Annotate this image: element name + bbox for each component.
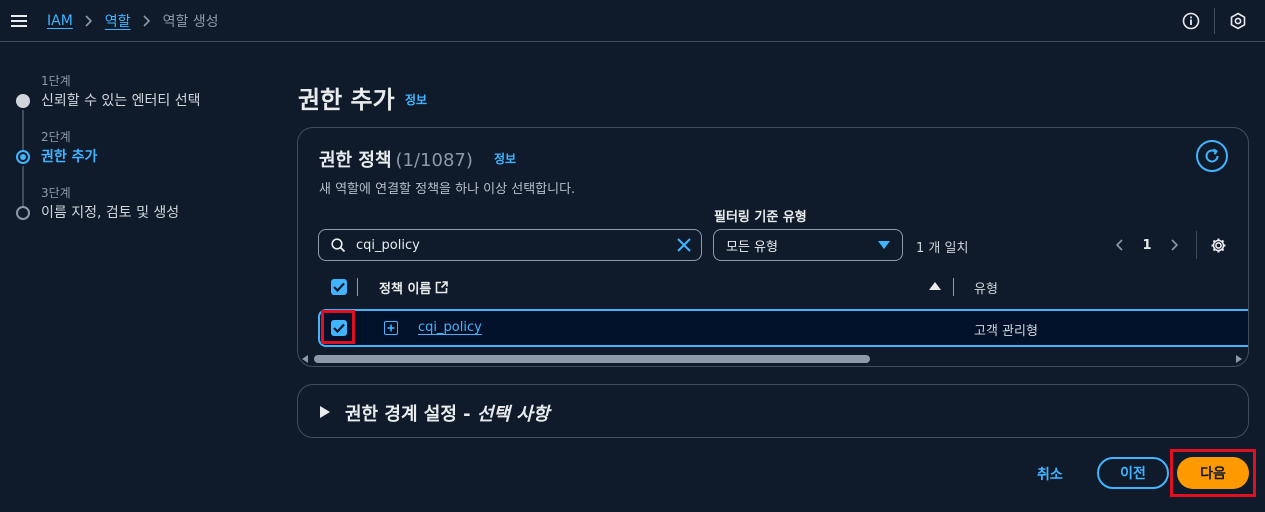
step-pending-icon xyxy=(16,206,30,220)
step-number: 3단계 xyxy=(41,186,71,200)
search-icon xyxy=(331,237,346,253)
column-divider xyxy=(357,278,358,296)
top-right-tools xyxy=(1176,0,1265,42)
column-header-type[interactable]: 유형 xyxy=(974,278,998,297)
type-filter-select[interactable]: 모든 유형 xyxy=(713,229,903,261)
select-all-checkbox[interactable] xyxy=(331,279,347,295)
step-title: 권한 추가 xyxy=(41,149,98,165)
check-icon xyxy=(333,282,345,292)
policy-count: (1/1087) xyxy=(395,150,473,171)
step-3: 3단계 이름 지정, 검토 및 생성 xyxy=(14,182,254,238)
chevron-right-icon xyxy=(85,15,93,27)
search-input[interactable]: cqi_policy xyxy=(318,229,702,261)
page-number[interactable]: 1 xyxy=(1132,238,1162,253)
top-navigation-bar: IAM 역할 역할 생성 xyxy=(0,0,1265,42)
type-select-value: 모든 유형 xyxy=(726,239,778,255)
scroll-right-icon[interactable] xyxy=(1235,355,1243,363)
step-number: 2단계 xyxy=(41,130,71,144)
column-header-policy-name[interactable]: 정책 이름 xyxy=(379,278,449,297)
wizard-steps: 1단계 신뢰할 수 있는 엔터티 선택 2단계 권한 추가 3단계 이름 지정,… xyxy=(14,70,254,238)
step-title: 신뢰할 수 있는 엔터티 선택 xyxy=(41,93,201,109)
table-row[interactable]: cqi_policy 고객 관리형 xyxy=(318,309,1248,347)
filter-type-label: 필터링 기준 유형 xyxy=(714,210,807,225)
panel-description: 새 역할에 연결할 정책을 하나 이상 선택합니다. xyxy=(319,182,576,197)
info-icon[interactable] xyxy=(1176,6,1206,36)
step-complete-icon xyxy=(16,94,30,108)
scrollbar-thumb[interactable] xyxy=(314,355,870,363)
page-title: 권한 추가 xyxy=(298,86,395,114)
hamburger-menu-icon[interactable] xyxy=(6,8,32,34)
permissions-policies-panel: 권한 정책 (1/1087) 정보 새 역할에 연결할 정책을 하나 이상 선택합… xyxy=(297,127,1249,367)
clear-icon[interactable] xyxy=(677,238,691,252)
table-header: 정책 이름 유형 xyxy=(318,273,1248,303)
panel-title-text: 권한 정책 xyxy=(319,150,392,171)
sort-ascending-icon[interactable] xyxy=(929,282,941,290)
breadcrumb: IAM 역할 역할 생성 xyxy=(47,11,219,31)
column-divider xyxy=(953,278,954,296)
section-title: 권한 경계 설정 - 선택 사항 xyxy=(345,400,549,426)
refresh-button[interactable] xyxy=(1196,140,1228,172)
section-title-text: 권한 경계 설정 - xyxy=(345,404,477,425)
cancel-button[interactable]: 취소 xyxy=(1037,464,1063,484)
match-count: 1 개 일치 xyxy=(916,241,969,256)
divider xyxy=(1196,231,1197,259)
scroll-left-icon[interactable] xyxy=(301,355,309,363)
external-link-icon xyxy=(436,281,449,294)
search-value: cqi_policy xyxy=(356,237,420,253)
previous-page-icon[interactable] xyxy=(1106,232,1132,258)
step-number: 1단계 xyxy=(41,74,71,88)
policy-name-link[interactable]: cqi_policy xyxy=(418,320,482,335)
policy-type: 고객 관리형 xyxy=(974,324,1038,339)
optional-label: 선택 사항 xyxy=(476,404,550,425)
step-2[interactable]: 2단계 권한 추가 xyxy=(14,126,254,208)
column-label: 정책 이름 xyxy=(379,282,432,297)
breadcrumb-current: 역할 생성 xyxy=(162,14,219,30)
refresh-icon xyxy=(1205,148,1219,163)
expand-plus-icon[interactable] xyxy=(384,321,398,335)
breadcrumb-roles[interactable]: 역할 xyxy=(105,11,131,31)
pagination: 1 xyxy=(1106,229,1231,261)
highlight-box xyxy=(321,310,355,344)
divider xyxy=(1214,8,1215,34)
caret-right-icon xyxy=(320,406,330,418)
chevron-right-icon xyxy=(142,15,151,27)
previous-button[interactable]: 이전 xyxy=(1097,457,1169,489)
gear-icon[interactable] xyxy=(1205,232,1231,258)
horizontal-scrollbar[interactable] xyxy=(298,353,1248,365)
permissions-boundary-section[interactable]: 권한 경계 설정 - 선택 사항 xyxy=(297,384,1249,438)
breadcrumb-iam[interactable]: IAM xyxy=(47,13,73,29)
caret-down-icon xyxy=(878,241,890,249)
panel-title: 권한 정책 (1/1087) xyxy=(319,146,473,172)
panel-info-link[interactable]: 정보 xyxy=(494,150,516,167)
step-1[interactable]: 1단계 신뢰할 수 있는 엔터티 선택 xyxy=(14,70,254,152)
step-active-icon xyxy=(16,150,30,164)
next-page-icon[interactable] xyxy=(1162,232,1188,258)
highlight-box xyxy=(1170,449,1256,497)
step-title: 이름 지정, 검토 및 생성 xyxy=(41,205,180,221)
settings-hex-icon[interactable] xyxy=(1223,6,1253,36)
page-info-link[interactable]: 정보 xyxy=(405,91,427,108)
